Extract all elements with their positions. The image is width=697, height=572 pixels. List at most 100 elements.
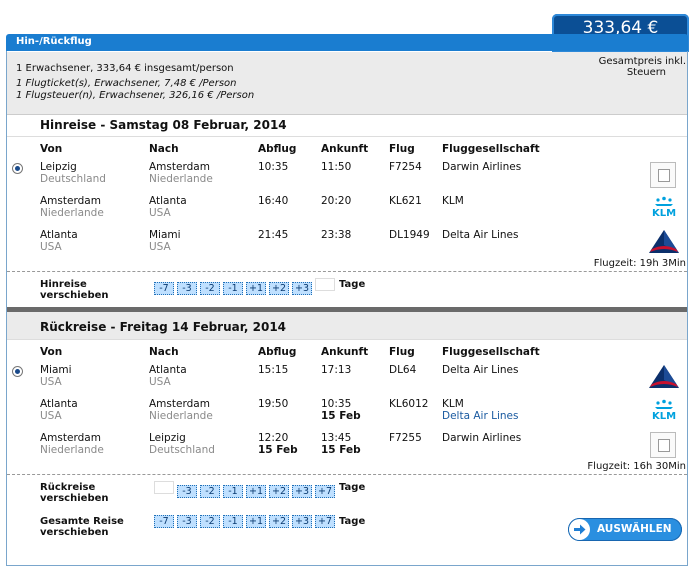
outbound-select-radio[interactable] bbox=[12, 163, 23, 174]
divider-line bbox=[7, 474, 687, 475]
shift-plus-3-button[interactable]: +3 bbox=[292, 282, 313, 295]
leg-from-city: Atlanta bbox=[40, 398, 78, 410]
klm-logo-icon: KLM bbox=[647, 196, 681, 221]
broken-image-icon bbox=[650, 432, 676, 458]
outbound-title: Hinreise - Samstag 08 Februar, 2014 bbox=[40, 118, 287, 132]
leg-from-country: USA bbox=[40, 376, 62, 388]
shift-plus-3-button[interactable]: +3 bbox=[292, 485, 313, 498]
shift-minus-1-button[interactable]: -1 bbox=[223, 485, 243, 498]
leg-departure-time: 21:45 bbox=[258, 229, 289, 241]
divider-line bbox=[7, 339, 687, 340]
leg-flight-number: F7255 bbox=[389, 432, 422, 444]
leg-to-city: Atlanta bbox=[149, 364, 187, 376]
shift-plus-7-button[interactable]: +7 bbox=[315, 515, 336, 528]
leg-airline: Delta Air Lines bbox=[442, 364, 519, 376]
shift-minus-7-button[interactable]: -7 bbox=[154, 515, 174, 528]
col-flight: Flug bbox=[389, 143, 415, 155]
shift-plus-7-button[interactable]: +7 bbox=[315, 485, 336, 498]
leg-to-city: Miami bbox=[149, 229, 181, 241]
leg-departure-time: 16:40 bbox=[258, 195, 289, 207]
shift-plus-2-button[interactable]: +2 bbox=[269, 282, 290, 295]
leg-arrival-time: 20:20 bbox=[321, 195, 352, 207]
shift-plus-1-button[interactable]: +1 bbox=[246, 485, 267, 498]
return-shift-label: Rückreise verschieben bbox=[40, 482, 109, 504]
shift-empty-slot bbox=[154, 481, 174, 494]
leg-to-city: Atlanta bbox=[149, 195, 187, 207]
leg-from-country: Niederlande bbox=[40, 207, 104, 219]
col-departure: Abflug bbox=[258, 346, 297, 358]
leg-airline: KLM bbox=[442, 398, 464, 410]
delta-logo-icon bbox=[648, 229, 680, 258]
col-from: Von bbox=[40, 143, 63, 155]
leg-to-country: Niederlande bbox=[149, 410, 213, 422]
shift-plus-2-button[interactable]: +2 bbox=[269, 485, 290, 498]
leg-from-country: Niederlande bbox=[40, 444, 104, 456]
shift-minus-1-button[interactable]: -1 bbox=[223, 515, 243, 528]
leg-from-country: USA bbox=[40, 410, 62, 422]
return-duration: Flugzeit: 16h 30Min bbox=[587, 461, 686, 472]
shift-minus-2-button[interactable]: -2 bbox=[200, 485, 220, 498]
shift-minus-3-button[interactable]: -3 bbox=[177, 485, 197, 498]
summary-line-2: 1 Flugticket(s), Erwachsener, 7,48 € /Pe… bbox=[16, 78, 237, 89]
shift-minus-3-button[interactable]: -3 bbox=[177, 282, 197, 295]
leg-arrival-time: 13:45 bbox=[321, 432, 352, 444]
leg-arrival-date: 15 Feb bbox=[321, 444, 361, 456]
leg-departure-time: 19:50 bbox=[258, 398, 289, 410]
broken-image-icon bbox=[650, 162, 676, 188]
shift-minus-7-button[interactable]: -7 bbox=[154, 282, 174, 295]
leg-flight-number: DL1949 bbox=[389, 229, 430, 241]
leg-from-city: Atlanta bbox=[40, 229, 78, 241]
shift-minus-2-button[interactable]: -2 bbox=[200, 282, 220, 295]
select-button[interactable]: AUSWÄHLEN bbox=[568, 518, 682, 541]
shift-plus-1-button[interactable]: +1 bbox=[246, 515, 267, 528]
return-select-radio[interactable] bbox=[12, 366, 23, 377]
col-arrival: Ankunft bbox=[321, 346, 369, 358]
leg-departure-time: 12:20 bbox=[258, 432, 289, 444]
delta-logo-icon bbox=[648, 364, 680, 393]
leg-to-city: Amsterdam bbox=[149, 398, 210, 410]
col-flight: Flug bbox=[389, 346, 415, 358]
svg-text:KLM: KLM bbox=[652, 208, 676, 218]
shift-empty-slot bbox=[315, 278, 336, 291]
days-label: Tage bbox=[339, 482, 366, 493]
divider-line bbox=[7, 114, 687, 115]
shift-label-line-1: Gesamte Reise bbox=[40, 516, 124, 527]
arrow-right-icon bbox=[569, 519, 590, 540]
leg-to-city: Amsterdam bbox=[149, 161, 210, 173]
leg-to-country: USA bbox=[149, 241, 171, 253]
svg-text:KLM: KLM bbox=[652, 411, 676, 421]
leg-to-country: Deutschland bbox=[149, 444, 215, 456]
shift-minus-2-button[interactable]: -2 bbox=[200, 515, 220, 528]
shift-plus-1-button[interactable]: +1 bbox=[246, 282, 267, 295]
leg-arrival-date: 15 Feb bbox=[321, 410, 361, 422]
shift-label-line-2: verschieben bbox=[40, 527, 109, 538]
leg-departure-time: 10:35 bbox=[258, 161, 289, 173]
shift-label-line-2: verschieben bbox=[40, 493, 109, 504]
col-airline: Fluggesellschaft bbox=[442, 346, 540, 358]
leg-flight-number: F7254 bbox=[389, 161, 422, 173]
shift-plus-3-button[interactable]: +3 bbox=[292, 515, 313, 528]
leg-arrival-time: 23:38 bbox=[321, 229, 352, 241]
col-to: Nach bbox=[149, 143, 179, 155]
days-label: Tage bbox=[339, 516, 366, 527]
leg-airline: KLM bbox=[442, 195, 464, 207]
total-price-label: Gesamtpreis inkl. Steuern bbox=[580, 56, 686, 78]
leg-flight-number: DL64 bbox=[389, 364, 417, 376]
outbound-duration: Flugzeit: 19h 3Min bbox=[593, 258, 686, 269]
leg-arrival-time: 11:50 bbox=[321, 161, 352, 173]
leg-airline: Darwin Airlines bbox=[442, 161, 522, 173]
outbound-shift-buttons: -7 -3 -2 -1 +1 +2 +3 bbox=[154, 278, 338, 295]
leg-to-country: Niederlande bbox=[149, 173, 213, 185]
shift-minus-3-button[interactable]: -3 bbox=[177, 515, 197, 528]
shift-minus-1-button[interactable]: -1 bbox=[223, 282, 243, 295]
days-label: Tage bbox=[339, 279, 366, 290]
shift-label-line-2: verschieben bbox=[40, 290, 109, 301]
shift-label-line-1: Hinreise bbox=[40, 279, 87, 290]
leg-to-city: Leipzig bbox=[149, 432, 186, 444]
return-shift-buttons: -3 -2 -1 +1 +2 +3 +7 bbox=[154, 481, 338, 498]
leg-airline: Darwin Airlines bbox=[442, 432, 522, 444]
leg-departure-date: 15 Feb bbox=[258, 444, 298, 456]
shift-plus-2-button[interactable]: +2 bbox=[269, 515, 290, 528]
divider-line bbox=[7, 271, 687, 272]
col-departure: Abflug bbox=[258, 143, 297, 155]
